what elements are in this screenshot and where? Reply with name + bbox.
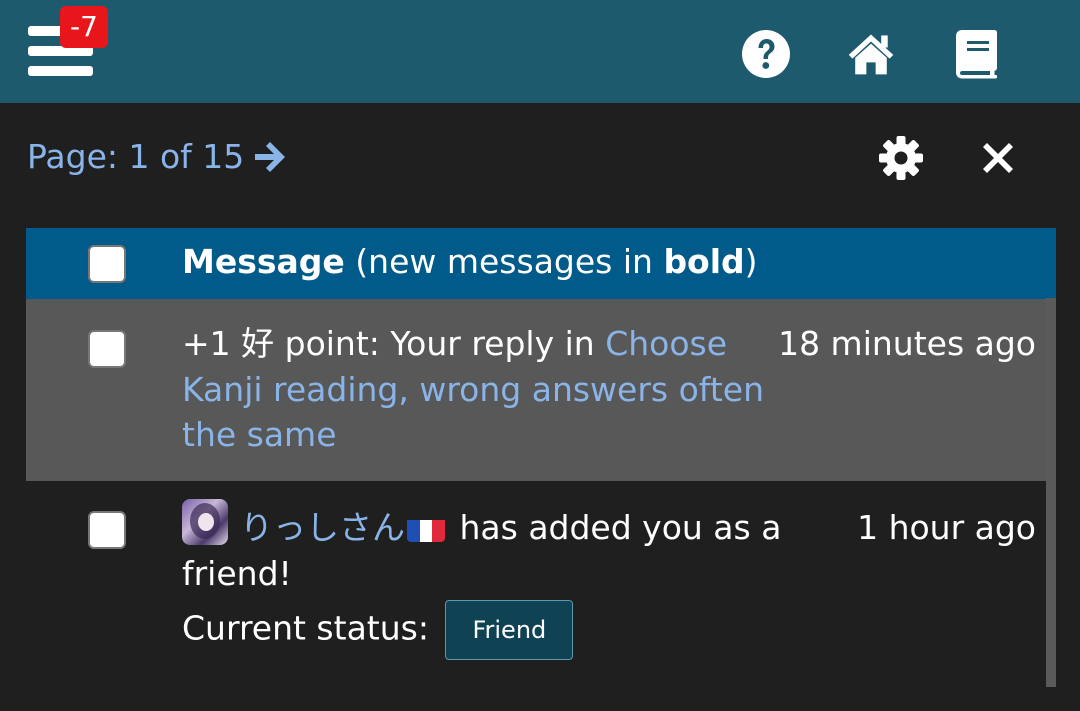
- pager-next-link[interactable]: Page: 1 of 15: [27, 136, 286, 178]
- timestamp: 1 hour ago: [857, 508, 1036, 547]
- table-row: +1 好 point: Your reply in Choose Kanji r…: [26, 299, 1056, 481]
- messages-table: Message (new messages in bold) +1 好 poin…: [26, 228, 1056, 711]
- pager-text: Page: 1 of 15: [27, 137, 245, 176]
- row-checkbox[interactable]: [88, 330, 126, 368]
- help-icon[interactable]: [740, 28, 792, 80]
- header-bold-label: Message: [182, 242, 345, 281]
- close-icon[interactable]: [978, 138, 1018, 178]
- message-text: りっしさん has added you as a friend! Current…: [182, 499, 782, 660]
- status-line: Current status: Friend: [182, 600, 782, 660]
- user-link[interactable]: りっしさん: [240, 508, 405, 547]
- table-row: りっしさん has added you as a friend! Current…: [26, 481, 1056, 711]
- home-icon[interactable]: [845, 28, 897, 80]
- menu-bar: [28, 66, 93, 76]
- table-header: Message (new messages in bold): [26, 228, 1056, 299]
- friend-status-button[interactable]: Friend: [445, 600, 574, 660]
- top-bar: -7: [0, 0, 1080, 103]
- header-mid-label: (new messages in: [355, 242, 653, 281]
- select-all-checkbox[interactable]: [88, 245, 126, 283]
- timestamp: 18 minutes ago: [778, 324, 1036, 363]
- arrow-right-icon: [255, 142, 286, 172]
- notification-badge[interactable]: -7: [60, 6, 108, 48]
- message-prefix: +1 好 point: Your reply in: [182, 324, 595, 363]
- avatar[interactable]: [182, 499, 228, 545]
- france-flag-icon: [407, 514, 445, 542]
- header-bold-word: bold: [663, 242, 745, 281]
- message-text: +1 好 point: Your reply in Choose Kanji r…: [182, 321, 772, 458]
- book-icon[interactable]: [950, 28, 1002, 80]
- row-checkbox[interactable]: [88, 511, 126, 549]
- header-end-label: ): [744, 242, 758, 281]
- status-label: Current status:: [182, 608, 429, 648]
- message-column-header: Message (new messages in bold): [182, 240, 758, 284]
- gear-icon[interactable]: [877, 134, 925, 182]
- scrollbar[interactable]: [1046, 298, 1056, 687]
